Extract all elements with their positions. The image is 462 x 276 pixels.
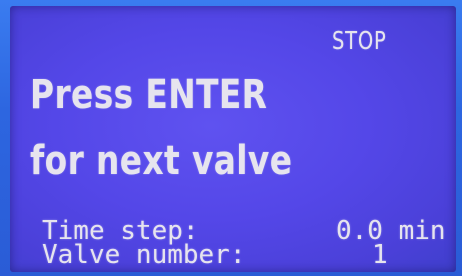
device-bezel: STOP Press ENTER for next valve Time ste… xyxy=(0,0,462,276)
message-line-2: for next valve xyxy=(30,138,293,184)
valve-number-label: Valve number: xyxy=(42,240,246,270)
lcd-screen: STOP Press ENTER for next valve Time ste… xyxy=(10,6,456,272)
message-line-1: Press ENTER xyxy=(30,72,268,118)
valve-number-value: 1 xyxy=(372,240,388,270)
status-indicator: STOP xyxy=(332,26,387,55)
time-step-value: 0.0 min xyxy=(336,216,446,246)
